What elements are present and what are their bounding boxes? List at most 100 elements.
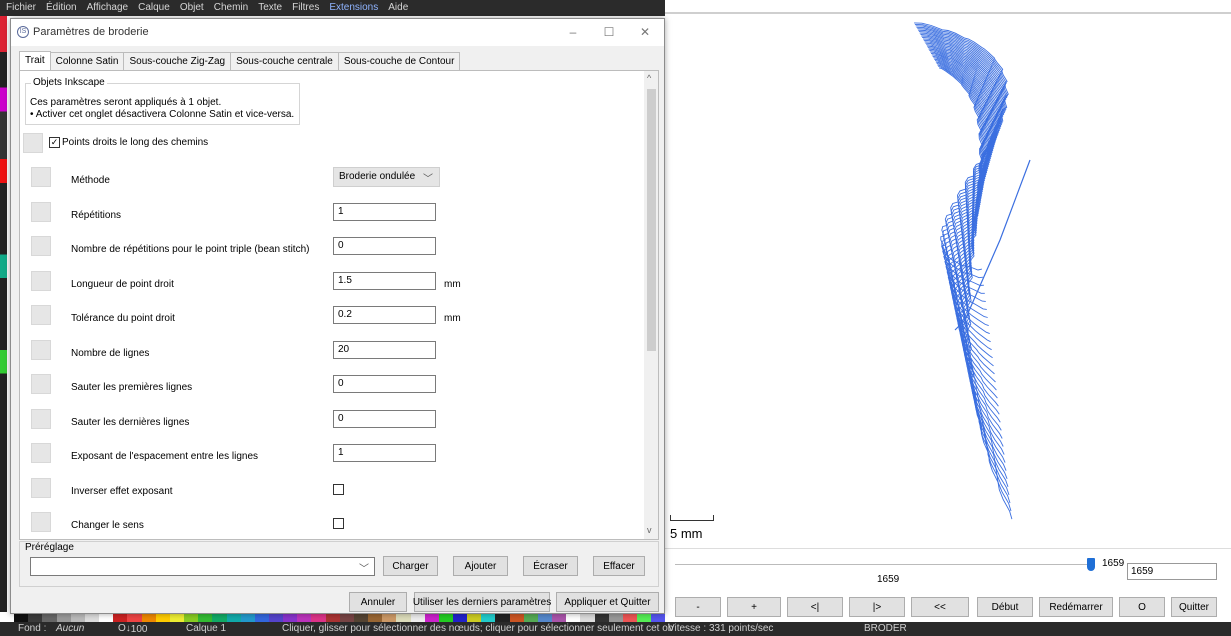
param-row-icon — [31, 512, 51, 532]
dialog-titlebar[interactable]: IS Paramètres de broderie – ☐ ✕ — [11, 19, 664, 46]
tab-colonne-satin[interactable]: Colonne Satin — [49, 52, 125, 71]
param-label-inverser-effet-exposant: Inverser effet exposant — [71, 485, 173, 497]
inkscape-menubar: Fichier Édition Affichage Calque Objet Chemin… — [0, 0, 665, 16]
mode-label: BRODER — [864, 623, 907, 634]
enable-stitch-label: Points droits le long des chemins — [62, 137, 209, 148]
param-checkbox-inverser-effet-exposant[interactable] — [333, 483, 344, 495]
status-message: Cliquer, glisser pour sélectionner des n… — [282, 623, 674, 634]
enable-row-icon — [23, 133, 43, 153]
param-unit: mm — [444, 278, 461, 290]
menu-objet[interactable]: Objet — [180, 2, 204, 13]
menu-chemin[interactable]: Chemin — [214, 2, 248, 13]
param-label-tolerance-du-point-droit: Tolérance du point droit — [71, 313, 175, 324]
slider-max-label: 1659 — [1102, 558, 1125, 569]
menu-edition[interactable]: Édition — [46, 2, 77, 13]
minimize-button[interactable]: – — [561, 23, 585, 41]
scroll-up-icon[interactable]: ^ — [647, 73, 651, 83]
ajouter-preset-button[interactable]: Ajouter — [453, 556, 508, 576]
tab-trait[interactable]: Trait — [19, 51, 51, 71]
param-row-icon — [31, 270, 51, 291]
menu-calque[interactable]: Calque — [138, 2, 170, 13]
dialog-title: Paramètres de broderie — [33, 26, 149, 38]
zoom-value: 100 — [130, 624, 148, 635]
effacer-preset-button[interactable]: Effacer — [593, 556, 645, 576]
current-frame-label: 1659 — [877, 574, 900, 585]
app-icon: IS — [17, 26, 29, 38]
preset-groupbox: Préréglage ﹀ Charger Ajouter Écraser Efface… — [19, 541, 659, 587]
preview-button-quitter[interactable]: Quitter — [1171, 597, 1217, 617]
objects-groupbox: Objets Inkscape Ces paramètres seront ap… — [25, 77, 300, 125]
fill-value: Aucun — [56, 623, 85, 634]
close-button[interactable]: ✕ — [633, 23, 657, 41]
param-input-nombre-de-repetitions-pour-le-point-triple-bean-stitch[interactable]: 0 — [333, 237, 436, 255]
stitch-preview-pane: 5 mm 1659 1659 1659 - + <| |> << Début Redémar… — [665, 0, 1231, 622]
chevron-down-icon: ﹀ — [423, 174, 433, 185]
param-row-icon — [31, 477, 51, 498]
preview-button-redemarrer[interactable]: Redémarrer — [1039, 597, 1113, 617]
scale-bar — [670, 515, 714, 521]
charger-preset-button[interactable]: Charger — [383, 556, 438, 576]
menu-fichier[interactable]: Fichier — [6, 2, 36, 13]
stitch-line — [938, 65, 1012, 512]
param-input-longueur-de-point-droit[interactable]: 1.5 — [333, 271, 436, 290]
scroll-down-icon[interactable]: v — [647, 525, 652, 535]
preset-combobox[interactable]: ﹀ — [30, 557, 375, 576]
info-line-1: Ces paramètres seront appliqués à 1 obje… — [30, 97, 222, 108]
param-unit: mm — [444, 313, 461, 324]
utiliser-les-derniers-parametres-button[interactable]: Utiliser les derniers paramètres — [413, 592, 551, 612]
param-label-sauter-les-premieres-lignes: Sauter les premières lignes — [71, 382, 193, 393]
param-label-nombre-de-lignes: Nombre de lignes — [71, 347, 150, 359]
param-checkbox-changer-le-sens[interactable] — [333, 518, 344, 529]
embroidery-params-dialog: IS Paramètres de broderie – ☐ ✕ Trait Col… — [10, 18, 665, 614]
inkscape-left-toolbar — [0, 16, 7, 612]
tab-sous-couche-centrale[interactable]: Sous-couche centrale — [230, 52, 339, 71]
param-row-icon — [31, 167, 51, 187]
tab-bar: Trait Colonne Satin Sous-couche Zig-Zag Sou… — [19, 51, 461, 71]
method-select[interactable]: Broderie ondulée ﹀ — [333, 167, 440, 187]
preview-button-op0[interactable]: - — [675, 597, 721, 617]
inkscape-statusbar: Fond : Aucun O↓ 100 Calque 1 Cliquer, gl… — [0, 622, 1231, 636]
panel-scrollbar[interactable]: ^ v — [644, 71, 658, 539]
preview-button-op3[interactable]: |> — [849, 597, 905, 617]
preview-button-o[interactable]: O — [1119, 597, 1165, 617]
enable-stitch-checkbox[interactable]: ✓ — [49, 137, 60, 148]
menu-aide[interactable]: Aide — [388, 2, 408, 13]
frame-input[interactable]: 1659 — [1127, 563, 1217, 580]
param-row-icon — [31, 408, 51, 429]
preview-button-op1[interactable]: + — [727, 597, 781, 617]
param-input-nombre-de-lignes[interactable]: 20 — [333, 340, 436, 359]
param-input-sauter-les-dernieres-lignes[interactable]: 0 — [333, 409, 436, 428]
info-text: Ces paramètres seront appliqués à 1 obje… — [30, 97, 294, 121]
scroll-thumb[interactable] — [647, 89, 656, 351]
menu-affichage[interactable]: Affichage — [87, 2, 129, 13]
tab-sous-couche-zig-zag[interactable]: Sous-couche Zig-Zag — [123, 52, 232, 71]
param-label-nombre-de-repetitions-pour-le-point-triple-bean-stitch: Nombre de répétitions pour le point trip… — [71, 244, 310, 255]
param-input-repetitions[interactable]: 1 — [333, 202, 436, 221]
menu-texte[interactable]: Texte — [258, 2, 282, 13]
annuler-button[interactable]: Annuler — [349, 592, 407, 612]
tab-sous-couche-de-contour[interactable]: Sous-couche de Contour — [337, 52, 461, 71]
param-row-icon — [31, 201, 51, 222]
param-input-exposant-de-l-espacement-entre-les-lignes[interactable]: 1 — [333, 444, 436, 462]
menu-extensions[interactable]: Extensions — [329, 2, 378, 13]
preview-button-debut[interactable]: Début — [977, 597, 1033, 617]
preview-button-op4[interactable]: << — [911, 597, 969, 617]
zoom-indicator[interactable]: O↓ 100 — [118, 623, 147, 635]
preset-label: Préréglage — [25, 542, 74, 553]
maximize-button[interactable]: ☐ — [597, 23, 621, 41]
param-row-icon — [31, 339, 51, 360]
param-label-changer-le-sens: Changer le sens — [71, 520, 144, 531]
tab-panel-trait: Objets Inkscape Ces paramètres seront ap… — [19, 70, 659, 540]
frame-slider[interactable] — [675, 564, 1095, 565]
layer-indicator[interactable]: Calque 1 — [186, 623, 226, 634]
stitch-line — [928, 48, 1000, 415]
fill-label: Fond : — [18, 623, 47, 634]
appliquer-et-quitter-button[interactable]: Appliquer et Quitter — [556, 592, 659, 612]
preview-button-op2[interactable]: <| — [787, 597, 843, 617]
frame-slider-handle[interactable] — [1087, 558, 1095, 571]
param-label-repetitions: Répétitions — [71, 209, 122, 221]
menu-filtres[interactable]: Filtres — [292, 2, 319, 13]
param-input-sauter-les-premieres-lignes[interactable]: 0 — [333, 375, 436, 393]
param-input-tolerance-du-point-droit[interactable]: 0.2 — [333, 306, 436, 324]
ecraser-preset-button[interactable]: Écraser — [523, 556, 578, 576]
